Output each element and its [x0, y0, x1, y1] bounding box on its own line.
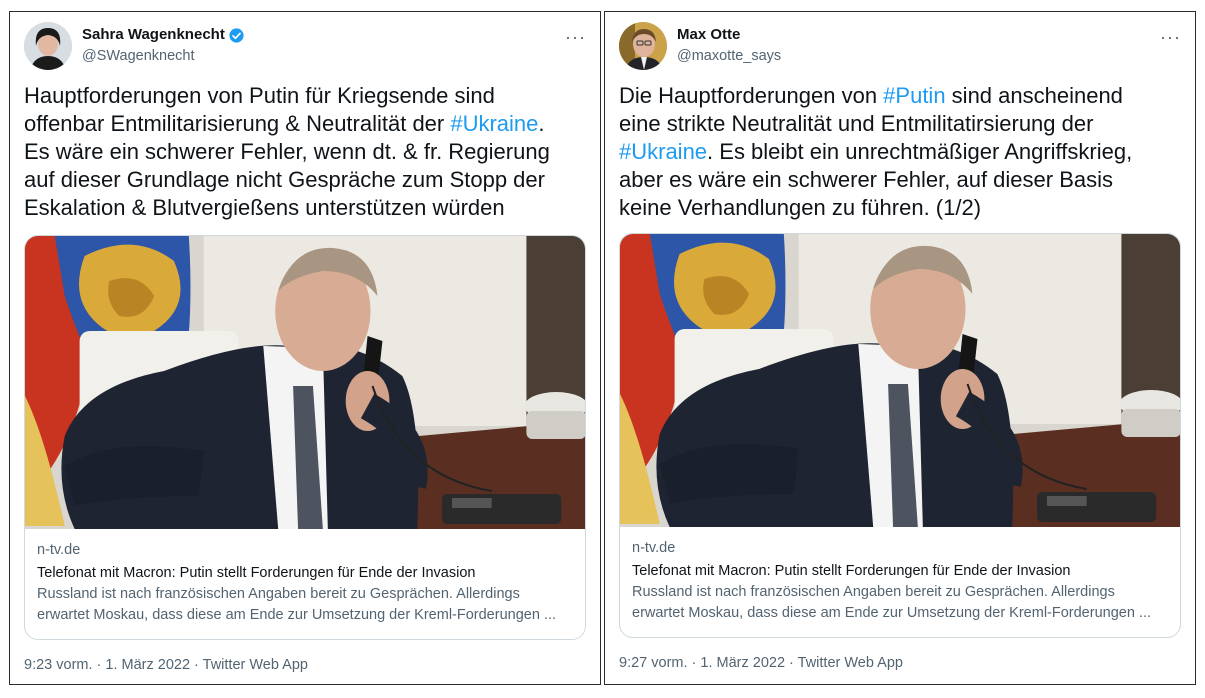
tweet-timestamp[interactable]: 9:23 vorm. · 1. März 2022 · Twitter Web …: [24, 657, 308, 673]
hashtag-link[interactable]: #Ukraine: [450, 111, 538, 136]
hashtag-link[interactable]: #Putin: [883, 83, 945, 108]
avatar[interactable]: [24, 22, 72, 70]
preview-image[interactable]: [620, 234, 1180, 527]
author-name-text[interactable]: Sahra Wagenknecht: [82, 25, 225, 45]
more-options-icon[interactable]: ···: [565, 28, 586, 46]
tweet-text-segment: Hauptforderungen von Putin für Kriegsend…: [24, 83, 495, 136]
avatar[interactable]: [619, 22, 667, 70]
tweet-header: Sahra Wagenknecht @SWagenknecht ···: [24, 22, 586, 70]
card-domain: n-tv.de: [37, 542, 81, 558]
tweet-text-segment: Die Hauptforderungen von: [619, 83, 884, 108]
card-description-line: Russland ist nach französischen Angaben …: [37, 586, 520, 602]
tweet-timestamp[interactable]: 9:27 vorm. · 1. März 2022 · Twitter Web …: [619, 655, 903, 671]
link-preview-card[interactable]: n-tv.de Telefonat mit Macron: Putin stel…: [24, 235, 586, 640]
card-description-line: Russland ist nach französischen Angaben …: [632, 584, 1115, 600]
tweet-text: Hauptforderungen von Putin für Kriegsend…: [24, 82, 586, 222]
author-display-name[interactable]: Max Otte: [677, 25, 781, 45]
card-description-line: erwartet Moskau, dass diese am Ende zur …: [632, 605, 1152, 621]
tweet-text: Die Hauptforderungen von #Putin sind ans…: [619, 82, 1181, 222]
author-name-text[interactable]: Max Otte: [677, 25, 740, 45]
author-handle[interactable]: @SWagenknecht: [82, 46, 245, 66]
verified-badge-icon: [229, 27, 244, 43]
card-title: Telefonat mit Macron: Putin stellt Forde…: [37, 565, 476, 581]
author-display-name[interactable]: Sahra Wagenknecht: [82, 25, 245, 45]
tweet-header: Max Otte @maxotte_says ···: [619, 22, 1181, 70]
card-title: Telefonat mit Macron: Putin stellt Forde…: [632, 563, 1071, 579]
tweet-card[interactable]: Max Otte @maxotte_says ··· Die Hauptford…: [604, 11, 1196, 685]
tweet-card[interactable]: Sahra Wagenknecht @SWagenknecht ··· Haup…: [9, 11, 601, 685]
author-handle[interactable]: @maxotte_says: [677, 46, 781, 66]
preview-image[interactable]: [25, 236, 585, 529]
link-preview-card[interactable]: n-tv.de Telefonat mit Macron: Putin stel…: [619, 233, 1181, 638]
card-description-line: erwartet Moskau, dass diese am Ende zur …: [37, 607, 557, 623]
card-domain: n-tv.de: [632, 540, 676, 556]
more-options-icon[interactable]: ···: [1160, 28, 1181, 46]
hashtag-link[interactable]: #Ukraine: [619, 139, 707, 164]
